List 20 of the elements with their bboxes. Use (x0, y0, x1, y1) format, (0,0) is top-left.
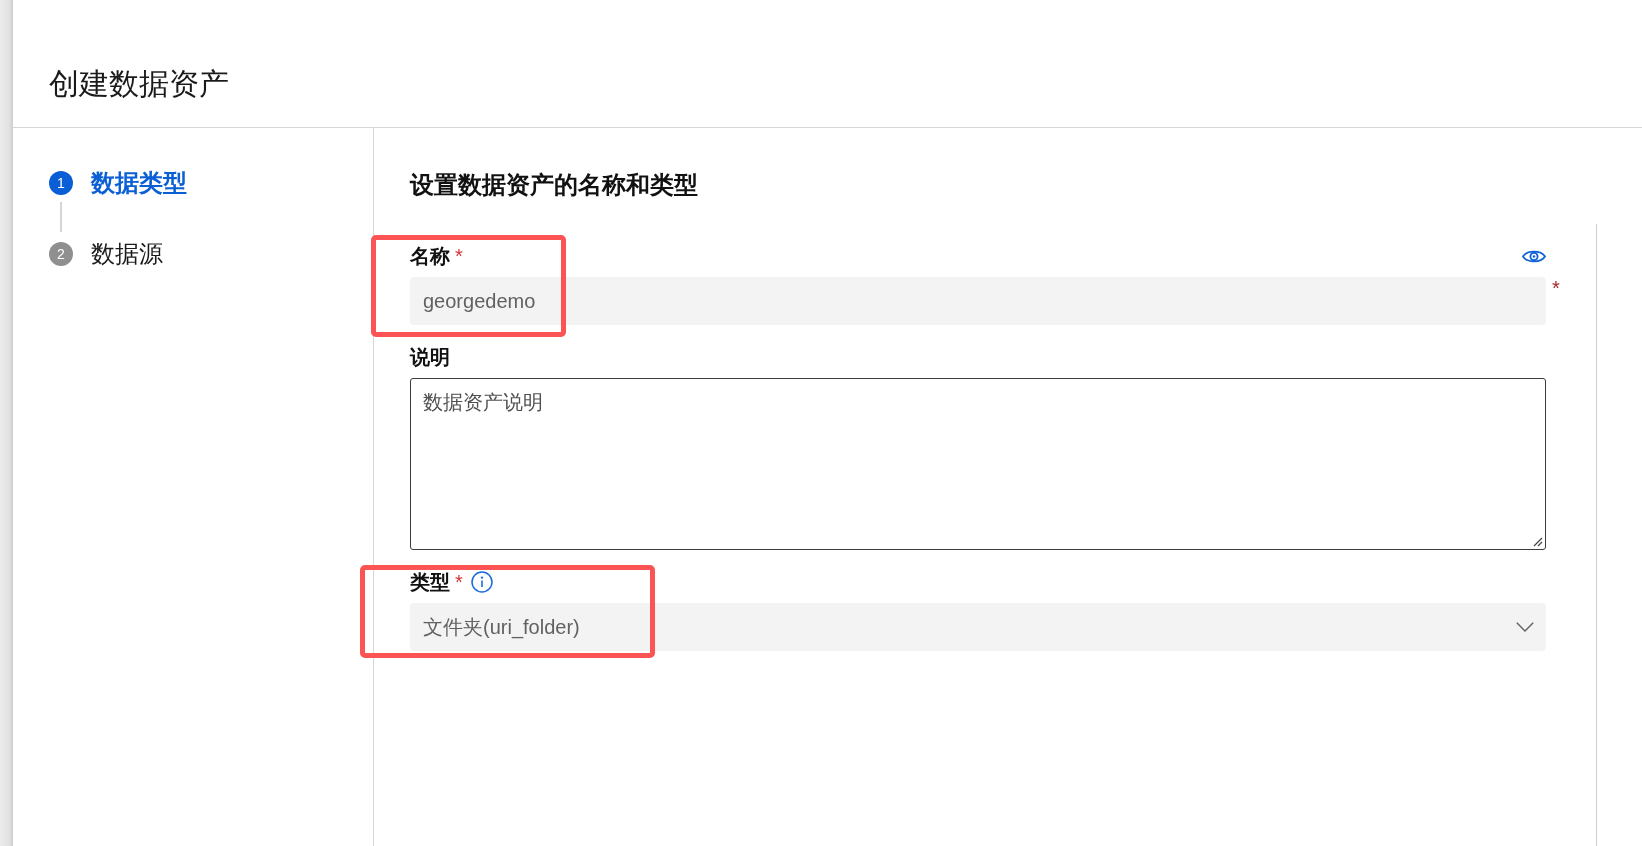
chevron-down-icon (1516, 622, 1534, 632)
step-label[interactable]: 数据源 (91, 239, 163, 269)
type-dropdown[interactable]: 文件夹(uri_folder) (410, 603, 1546, 651)
step-label[interactable]: 数据类型 (91, 168, 187, 198)
info-icon[interactable] (470, 571, 493, 593)
field-label: 说明 (410, 345, 450, 370)
step-number: 2 (49, 242, 73, 266)
dialog-title: 创建数据资产 (49, 66, 229, 102)
required-mark: * (455, 244, 463, 269)
step-number: 1 (49, 171, 73, 195)
field-label: 名称 (410, 244, 450, 269)
section-heading: 设置数据资产的名称和类型 (410, 170, 698, 200)
name-input[interactable]: georgedemo (410, 277, 1546, 325)
eye-icon[interactable] (1522, 248, 1546, 264)
required-mark: * (455, 570, 463, 595)
required-mark: * (1552, 278, 1560, 298)
description-field[interactable]: 数据资产说明 (410, 378, 1546, 550)
resize-grip-icon[interactable] (1533, 537, 1543, 547)
field-label: 类型 (410, 570, 450, 595)
step-connector (60, 202, 62, 232)
